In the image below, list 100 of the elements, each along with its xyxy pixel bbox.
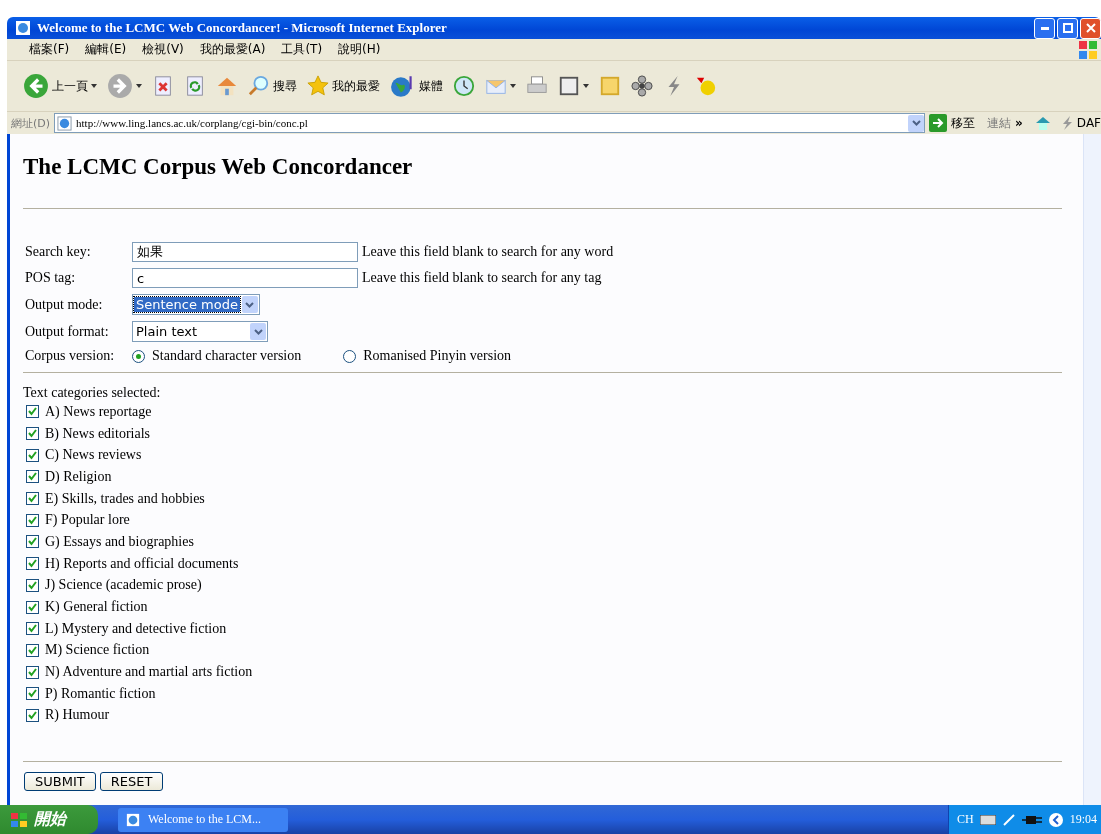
submit-button[interactable]: SUBMIT (24, 772, 96, 792)
radio-label: Standard character version (152, 348, 302, 364)
pen-icon[interactable] (1001, 812, 1016, 827)
stop-icon[interactable] (152, 75, 174, 97)
chevron[interactable]: » (1015, 116, 1023, 130)
checkbox-label: M) Science fiction (45, 642, 150, 659)
field-label: Search key: (25, 244, 92, 260)
page-icon (57, 115, 73, 131)
dropdown-button[interactable] (908, 114, 925, 132)
checkbox[interactable] (26, 557, 39, 571)
back-icon[interactable] (23, 73, 49, 99)
window-title: Welcome to the LCMC Web Concordancer! - Microsoft Internet Explorer (37, 20, 448, 36)
field-label: Output format: (25, 323, 110, 340)
star-icon[interactable] (307, 75, 329, 97)
language-indicator[interactable]: CH (957, 812, 974, 827)
checkbox[interactable] (26, 470, 39, 484)
browser-icon (15, 20, 31, 36)
caret-icon (253, 328, 263, 335)
radio-label: Romanised Pinyin version (363, 348, 512, 364)
close-button[interactable] (1080, 17, 1101, 39)
checkbox-label: A) News reportage (45, 403, 152, 420)
menu-item[interactable]: 說明(H) (332, 41, 391, 58)
checkbox-label: F) Popular lore (45, 512, 130, 529)
menu-item[interactable]: 檔案(F) (23, 41, 80, 58)
checkbox[interactable] (26, 427, 39, 441)
menu-item[interactable]: 工具(T) (275, 41, 333, 58)
checkbox-label: B) News editorials (45, 425, 150, 442)
checkbox[interactable] (26, 600, 39, 614)
checkbox[interactable] (26, 578, 39, 592)
go-icon[interactable] (929, 114, 948, 132)
checkbox[interactable] (26, 448, 39, 462)
browser-icon (126, 812, 140, 827)
checkbox-label: L) Mystery and detective fiction (45, 620, 227, 637)
caret-icon (245, 301, 255, 308)
menu-item[interactable]: 編輯(E) (79, 41, 137, 58)
caret-icon[interactable] (510, 84, 516, 88)
link[interactable]: DAF (1076, 116, 1101, 130)
minimize-icon (1040, 26, 1049, 30)
select-field[interactable]: Plain text (132, 321, 268, 342)
select-field[interactable]: Sentence mode (132, 294, 260, 315)
caret-icon[interactable] (136, 84, 142, 88)
maximize-icon (1062, 23, 1073, 33)
flower-icon[interactable] (631, 75, 653, 97)
checkbox[interactable] (26, 665, 39, 679)
checkbox[interactable] (26, 405, 39, 419)
checkbox[interactable] (26, 622, 39, 636)
windows-logo-icon (10, 811, 28, 828)
search-icon[interactable] (248, 75, 270, 97)
section-label: Text categories selected: (23, 385, 162, 401)
checkbox[interactable] (26, 687, 39, 701)
checkbox[interactable] (26, 643, 39, 657)
links-label[interactable]: 連結 (987, 114, 1012, 132)
field-label: Corpus version: (25, 348, 116, 364)
checkbox-label: H) Reports and official documents (45, 555, 239, 572)
radio-button[interactable] (132, 349, 145, 363)
close-icon (1085, 23, 1096, 33)
reset-button[interactable]: RESET (99, 772, 164, 792)
toolbar-label[interactable]: 上一頁 (52, 77, 88, 95)
start-button[interactable]: 開始 (0, 805, 98, 834)
address-field[interactable]: http://www.ling.lancs.ac.uk/corplang/cgi-bin/conc.pl (54, 113, 926, 133)
caret-icon (911, 120, 921, 126)
hint-text: Leave this field blank to search for any word (362, 244, 614, 260)
minimize-button[interactable] (1034, 17, 1055, 39)
history-icon[interactable] (453, 75, 475, 97)
caret-icon[interactable] (583, 84, 589, 88)
menu-item[interactable]: 我的最愛(A) (193, 41, 276, 58)
checkbox-label: R) Humour (45, 707, 110, 724)
home-icon[interactable] (1034, 115, 1051, 131)
toolbar-label[interactable]: 搜尋 (273, 77, 297, 95)
field-label: Output mode: (25, 296, 104, 313)
checkbox[interactable] (26, 708, 39, 722)
toolbar-label[interactable]: 媒體 (419, 77, 443, 95)
scrollbar[interactable] (1083, 134, 1101, 805)
toolbar-label[interactable]: 我的最愛 (332, 77, 380, 95)
windows-logo-icon (1077, 39, 1099, 60)
checkbox[interactable] (26, 492, 39, 506)
radio-button[interactable] (343, 349, 357, 363)
menu-item[interactable]: 檢視(V) (136, 41, 194, 58)
checkbox[interactable] (26, 513, 39, 527)
caret-icon[interactable] (91, 84, 97, 88)
keyboard-icon[interactable] (979, 814, 996, 825)
edit-icon[interactable] (558, 75, 580, 97)
page-heading: The LCMC Corpus Web Concordancer (23, 154, 414, 180)
input-field[interactable]: c (132, 268, 358, 288)
checkbox[interactable] (26, 535, 39, 549)
checkbox-label: C) News reviews (45, 447, 142, 464)
plug-icon[interactable] (1021, 813, 1042, 826)
taskbar-button[interactable]: Welcome to the LCM... (118, 807, 288, 832)
checkbox-label: D) Religion (45, 468, 112, 485)
checkbox-label: E) Skills, trades and hobbies (45, 490, 205, 507)
chevron-icon[interactable] (1047, 811, 1064, 828)
input-field[interactable]: 如果 (132, 242, 358, 262)
refresh-icon[interactable] (184, 75, 206, 97)
maximize-button[interactable] (1057, 17, 1078, 39)
go-button[interactable]: 移至 (951, 114, 976, 132)
clock: 19:04 (1069, 812, 1097, 827)
checkbox-label: N) Adventure and martial arts fiction (45, 664, 253, 681)
checkbox-label: P) Romantic fiction (45, 685, 156, 702)
hint-text: Leave this field blank to search for any tag (362, 270, 602, 286)
address-label: 網址(D) (11, 115, 51, 131)
